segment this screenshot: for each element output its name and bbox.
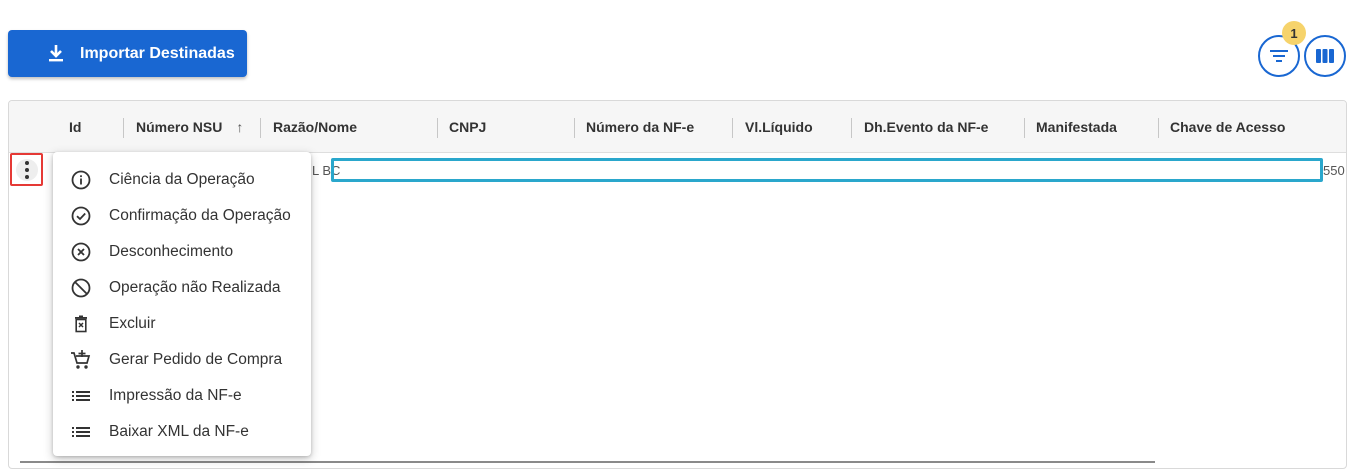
column-header-vl-liquido[interactable]: Vl.Líquido [745, 101, 813, 153]
menu-item-excluir[interactable]: Excluir [53, 305, 311, 341]
menu-item-operacao-nao-realizada[interactable]: Operação não Realizada [53, 269, 311, 305]
info-icon [70, 169, 92, 191]
menu-item-confirmacao-operacao[interactable]: Confirmação da Operação [53, 197, 311, 233]
sort-arrow-up-icon[interactable]: ↑ [236, 119, 243, 135]
column-header-cnpj[interactable]: CNPJ [449, 101, 486, 153]
column-label: Dh.Evento da NF-e [864, 119, 989, 135]
column-header-chave-acesso[interactable]: Chave de Acesso [1170, 101, 1285, 153]
menu-item-label: Operação não Realizada [109, 279, 281, 296]
menu-item-baixar-xml-nfe[interactable]: Baixar XML da NF-e [53, 413, 311, 449]
horizontal-scrollbar[interactable] [20, 461, 1155, 463]
trash-icon [70, 313, 92, 335]
filter-icon [1270, 50, 1288, 62]
column-header-id[interactable]: Id [69, 101, 81, 153]
columns-icon [1316, 49, 1334, 63]
filter-count-badge: 1 [1282, 21, 1306, 45]
column-separator[interactable] [1158, 118, 1159, 138]
page: Importar Destinadas 1 Id Número NSU ↑ Ra… [0, 0, 1361, 474]
menu-item-ciencia-operacao[interactable]: Ciência da Operação [53, 161, 311, 197]
check-circle-icon [70, 205, 92, 227]
more-vertical-icon [15, 158, 38, 181]
column-separator[interactable] [123, 118, 124, 138]
column-label: Número da NF-e [586, 119, 695, 135]
column-separator[interactable] [732, 118, 733, 138]
row-actions-menu: Ciência da Operação Confirmação da Opera… [53, 152, 311, 456]
grid-header: Id Número NSU ↑ Razão/Nome CNPJ Número d… [9, 101, 1346, 153]
row-cell-fragment: 550 [1323, 163, 1345, 178]
download-icon [49, 45, 63, 62]
menu-item-label: Ciência da Operação [109, 171, 255, 188]
column-label: Vl.Líquido [745, 119, 813, 135]
column-label: Número NSU [136, 119, 223, 135]
menu-item-label: Baixar XML da NF-e [109, 423, 249, 440]
menu-item-impressao-nfe[interactable]: Impressão da NF-e [53, 377, 311, 413]
column-header-dh-evento[interactable]: Dh.Evento da NF-e [864, 101, 988, 153]
menu-item-desconhecimento[interactable]: Desconhecimento [53, 233, 311, 269]
import-destinadas-label: Importar Destinadas [80, 45, 235, 62]
column-separator[interactable] [437, 118, 438, 138]
list-icon [70, 421, 92, 443]
menu-item-label: Impressão da NF-e [109, 387, 242, 404]
menu-item-gerar-pedido-compra[interactable]: Gerar Pedido de Compra [53, 341, 311, 377]
column-header-razao-nome[interactable]: Razão/Nome [273, 101, 357, 153]
list-icon [70, 385, 92, 407]
column-label: CNPJ [449, 119, 487, 135]
row-actions-button[interactable] [10, 153, 43, 186]
column-separator[interactable] [260, 118, 261, 138]
block-icon [70, 277, 92, 299]
column-header-numero-nfe[interactable]: Número da NF-e [586, 101, 694, 153]
menu-item-label: Gerar Pedido de Compra [109, 351, 283, 368]
cart-add-icon [70, 349, 92, 371]
row-edit-field[interactable] [331, 158, 1323, 182]
column-separator[interactable] [1024, 118, 1025, 138]
menu-item-label: Confirmação da Operação [109, 207, 291, 224]
column-label: Razão/Nome [273, 119, 358, 135]
column-label: Manifestada [1036, 119, 1117, 135]
column-header-manifestada[interactable]: Manifestada [1036, 101, 1117, 153]
import-destinadas-button[interactable]: Importar Destinadas [8, 30, 247, 77]
column-separator[interactable] [574, 118, 575, 138]
column-separator[interactable] [851, 118, 852, 138]
x-circle-icon [70, 241, 92, 263]
menu-item-label: Excluir [109, 315, 156, 332]
column-label: Id [69, 119, 82, 135]
column-label: Chave de Acesso [1170, 119, 1286, 135]
columns-button[interactable] [1304, 35, 1346, 77]
menu-item-label: Desconhecimento [109, 243, 234, 260]
column-header-numero-nsu[interactable]: Número NSU ↑ [136, 101, 243, 153]
